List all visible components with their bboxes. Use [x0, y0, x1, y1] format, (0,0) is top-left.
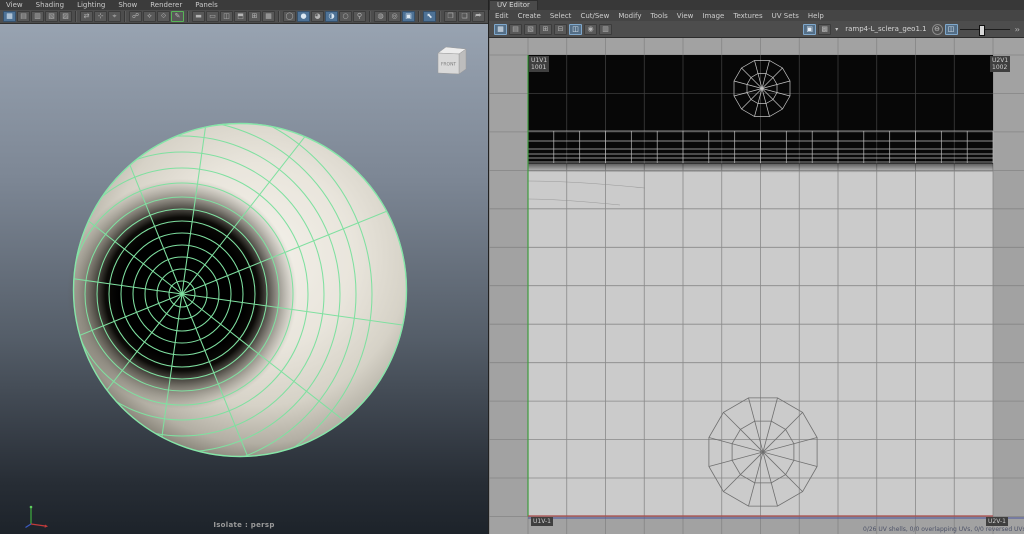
toolbar-separator	[124, 11, 126, 22]
menu-panels[interactable]: Panels	[195, 1, 218, 9]
uv-editor-title-tab[interactable]: UV Editor	[489, 0, 538, 10]
joint-display-icon[interactable]: ⟡	[143, 11, 156, 22]
uv-canvas-svg	[489, 38, 1024, 534]
viewport-menubar: View Shading Lighting Show Renderer Pane…	[0, 0, 488, 10]
menu-edit[interactable]: Edit	[495, 12, 509, 20]
textured-icon[interactable]: ◕	[311, 11, 324, 22]
3d-viewport-canvas[interactable]: FRONT Isolate : persp	[0, 24, 488, 534]
scene-render-icon[interactable]: ❏	[458, 11, 471, 22]
eyeball-mesh	[0, 24, 488, 534]
film-gate-icon[interactable]: ▭	[206, 11, 219, 22]
occlusion-icon[interactable]: ◍	[374, 11, 387, 22]
uv-snapshot-icon[interactable]: ▥	[599, 24, 612, 35]
menu-modify[interactable]: Modify	[618, 12, 641, 20]
toolbar-separator	[418, 11, 420, 22]
grease-pencil-icon[interactable]: ✎	[171, 11, 184, 22]
toolbar-separator	[439, 11, 441, 22]
menu-shading[interactable]: Shading	[36, 1, 64, 9]
camera-attributes-icon[interactable]: ▥	[31, 11, 44, 22]
wireframe-icon[interactable]: ◯	[283, 11, 296, 22]
menu-image[interactable]: Image	[702, 12, 724, 20]
menu-textures[interactable]: Textures	[733, 12, 762, 20]
skeleton-display-icon[interactable]: ⟐	[157, 11, 170, 22]
uv-shaded-icon[interactable]: ▤	[509, 24, 522, 35]
texture-selector[interactable]: ramp4-L_sclera_geo1.1	[845, 25, 926, 33]
pixel-snap-icon[interactable]: ◉	[584, 24, 597, 35]
uv-editor-menubar: Edit Create Select Cut/Sew Modify Tools …	[489, 10, 1024, 21]
uv-status-text: 0/26 UV shells, 0/0 overlapping UVs, 0/0…	[863, 526, 1021, 533]
tile-outline-icon[interactable]: ▣	[803, 24, 816, 35]
menu-view[interactable]: View	[6, 1, 23, 9]
uv-editor-titlebar: UV Editor	[489, 0, 1024, 10]
menu-tools[interactable]: Tools	[651, 12, 668, 20]
toolbar-separator	[369, 11, 371, 22]
menu-create[interactable]: Create	[518, 12, 541, 20]
perspective-viewport-panel: View Shading Lighting Show Renderer Pane…	[0, 0, 488, 534]
checker-tile-icon[interactable]: ⊞	[539, 24, 552, 35]
uv-texture-icon[interactable]: ▧	[524, 24, 537, 35]
image-exposure-slider[interactable]	[960, 24, 1010, 35]
resolution-gate-icon[interactable]: ◫	[220, 11, 233, 22]
uv-canvas[interactable]: U1V11001 U2V11002 U1V-1 U2V-1 0/26 UV sh…	[489, 38, 1024, 534]
bookmark-view-icon[interactable]: ▧	[45, 11, 58, 22]
toolbar-separator	[187, 11, 189, 22]
lighting-icon[interactable]: ○	[339, 11, 352, 22]
pivot-orientation-icon[interactable]: ⊹	[94, 11, 107, 22]
safe-action-icon[interactable]: ▦	[262, 11, 275, 22]
viewport-toolbar: ▦ ▤ ▥ ▧ ▨ ⇄ ⊹ ⌖ ☍ ⟡ ⟐ ✎ ▬ ▭ ◫ ⬒ ⊞ ▦ ◯ ● …	[0, 10, 488, 24]
menu-renderer[interactable]: Renderer	[150, 1, 182, 9]
tile-label-u2v-1: U2V-1	[986, 517, 1008, 526]
checker-dim-icon[interactable]: ⊟	[554, 24, 567, 35]
gate-mask-icon[interactable]: ⬒	[234, 11, 247, 22]
isolate-select-icon[interactable]: ⬉	[423, 11, 436, 22]
lock-camera-icon[interactable]: ▤	[17, 11, 30, 22]
slider-handle[interactable]	[979, 25, 985, 36]
shadows-icon[interactable]: ⚲	[353, 11, 366, 22]
uv-editor-panel: UV Editor Edit Create Select Cut/Sew Mod…	[489, 0, 1024, 534]
image-range-icon[interactable]: ◫	[945, 24, 958, 35]
grid-display-icon[interactable]: ▬	[192, 11, 205, 22]
menu-select[interactable]: Select	[550, 12, 572, 20]
menu-view[interactable]: View	[677, 12, 694, 20]
image-plane-icon[interactable]: ▨	[59, 11, 72, 22]
dither-icon[interactable]: ▩	[818, 24, 831, 35]
uv-editor-toolbar: ▦ ▤ ▧ ⊞ ⊟ ◫ ◉ ▥ ▣ ▩ ▾ ramp4-L_sclera_geo…	[489, 21, 1024, 38]
texture-dropdown-caret-icon[interactable]: ▾	[835, 26, 838, 33]
symmetry-icon[interactable]: ☍	[129, 11, 142, 22]
image-display-icon[interactable]: ◫	[569, 24, 582, 35]
menu-help[interactable]: Help	[808, 12, 824, 20]
view-cube[interactable]: FRONT	[432, 40, 472, 80]
field-chart-icon[interactable]: ⊞	[248, 11, 261, 22]
shaded-icon[interactable]: ●	[297, 11, 310, 22]
menu-show[interactable]: Show	[118, 1, 137, 9]
sequence-render-icon[interactable]: ⮫	[472, 11, 485, 22]
isolate-uv-icon[interactable]: ⊖	[932, 24, 943, 35]
snap-align-icon[interactable]: ⌖	[108, 11, 121, 22]
tile-label-1002: U2V11002	[990, 56, 1010, 72]
motion-blur-icon[interactable]: ◎	[388, 11, 401, 22]
two-d-pan-zoom-icon[interactable]: ⇄	[80, 11, 93, 22]
view-cube-face-label: FRONT	[441, 62, 457, 68]
menu-cut-sew[interactable]: Cut/Sew	[580, 12, 609, 20]
material-override-icon[interactable]: ◑	[325, 11, 338, 22]
menu-lighting[interactable]: Lighting	[77, 1, 105, 9]
toolbar-separator	[75, 11, 77, 22]
isolate-hud-text: Isolate : persp	[0, 521, 488, 529]
toolbar-separator	[278, 11, 280, 22]
multisample-icon[interactable]: ▣	[402, 11, 415, 22]
tile-label-1001: U1V11001	[529, 56, 549, 72]
slider-track	[960, 29, 1010, 30]
select-camera-icon[interactable]: ▦	[3, 11, 16, 22]
snapshot-icon[interactable]: ❐	[444, 11, 457, 22]
tile-label-u1v-1: U1V-1	[531, 517, 553, 526]
menu-uv-sets[interactable]: UV Sets	[772, 12, 799, 20]
panel-expand-icon[interactable]: ››	[1015, 25, 1019, 34]
uv-distortion-icon[interactable]: ▦	[494, 24, 507, 35]
